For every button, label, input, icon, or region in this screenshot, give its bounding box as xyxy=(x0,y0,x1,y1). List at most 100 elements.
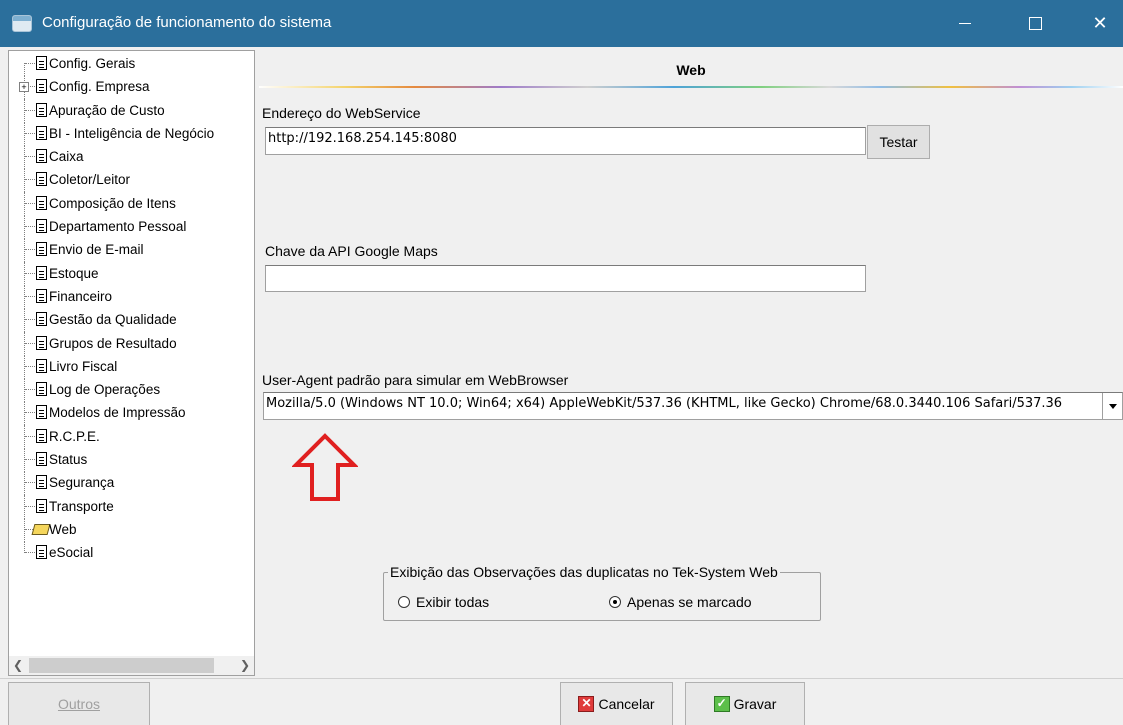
tree-item[interactable]: Livro Fiscal xyxy=(9,354,254,379)
tree-item[interactable]: Web xyxy=(9,517,254,542)
window-titlebar[interactable]: Configuração de funcionamento do sistema… xyxy=(0,0,1123,47)
maximize-button[interactable] xyxy=(1012,0,1058,47)
tree-item[interactable]: Grupos de Resultado xyxy=(9,331,254,356)
app-icon xyxy=(12,15,32,32)
radio-label-only-marked: Apenas se marcado xyxy=(627,594,752,610)
tree-item-label: Config. Gerais xyxy=(49,56,136,71)
document-icon xyxy=(36,149,47,164)
tree-item-label: Composição de Itens xyxy=(49,195,176,211)
tree-item-label: Financeiro xyxy=(49,288,113,304)
tree-line xyxy=(24,494,25,519)
tree-line xyxy=(24,191,25,216)
document-icon xyxy=(36,125,47,140)
tree-line xyxy=(24,284,25,309)
tree-item[interactable]: Departamento Pessoal xyxy=(9,215,254,240)
minimize-button[interactable] xyxy=(942,0,988,47)
radio-circle-show-all[interactable] xyxy=(398,596,410,608)
tree-item-label: Segurança xyxy=(49,475,115,491)
tree-item[interactable]: Caixa xyxy=(9,145,254,170)
tree-line xyxy=(24,471,25,496)
document-icon xyxy=(36,335,47,350)
document-icon xyxy=(36,56,47,70)
expand-icon[interactable]: + xyxy=(19,82,29,93)
useragent-combobox[interactable]: Mozilla/5.0 (Windows NT 10.0; Win64; x64… xyxy=(263,392,1123,420)
window-title: Configuração de funcionamento do sistema xyxy=(42,14,332,31)
cancel-icon: ✕ xyxy=(578,696,595,712)
tree-line xyxy=(24,215,25,240)
tree-item-label: Grupos de Resultado xyxy=(49,335,177,351)
tree-line xyxy=(24,517,25,542)
document-icon xyxy=(36,452,47,467)
groupbox-legend: Exibição das Observações das duplicatas … xyxy=(388,564,780,580)
useragent-value: Mozilla/5.0 (Windows NT 10.0; Win64; x64… xyxy=(266,396,1063,411)
document-icon xyxy=(36,219,47,234)
tree-item-label: Gestão da Qualidade xyxy=(49,312,177,328)
tree-item[interactable]: Log de Operações xyxy=(9,378,254,403)
red-up-arrow-annotation xyxy=(292,433,358,501)
others-button[interactable]: Outros xyxy=(8,682,150,725)
tree-item[interactable]: Modelos de Impressão xyxy=(9,401,254,426)
tree-item[interactable]: Envio de E-mail xyxy=(9,238,254,263)
scroll-left-icon[interactable]: ❮ xyxy=(9,656,27,675)
tree-item-label: Modelos de Impressão xyxy=(49,405,186,421)
tree-item-label: Apuração de Custo xyxy=(49,102,165,118)
tree-item-label: Config. Empresa xyxy=(49,79,150,95)
document-icon xyxy=(36,312,47,327)
save-button[interactable]: ✓ Gravar xyxy=(685,682,805,725)
radio-circle-only-marked[interactable] xyxy=(609,596,621,608)
document-icon xyxy=(36,358,47,373)
tree-line xyxy=(24,261,25,286)
maps-key-input[interactable] xyxy=(265,265,866,292)
tree-line xyxy=(24,378,25,403)
scroll-thumb[interactable] xyxy=(29,658,214,673)
tree-line xyxy=(24,63,25,76)
tree-item[interactable]: Config. Gerais xyxy=(9,52,254,76)
radio-show-all[interactable]: Exibir todas xyxy=(398,594,489,610)
folder-open-icon xyxy=(31,523,51,535)
cancel-button[interactable]: ✕ Cancelar xyxy=(560,682,673,725)
config-tree[interactable]: Config. Gerais + Config. Empresa Apuração d… xyxy=(8,50,255,676)
tree-item[interactable]: R.C.P.E. xyxy=(9,424,254,449)
tree-line xyxy=(24,331,25,356)
tree-item[interactable]: Coletor/Leitor xyxy=(9,168,254,193)
tree-item-label: Log de Operações xyxy=(49,382,161,398)
document-icon xyxy=(36,195,47,210)
tree-item-label: Coletor/Leitor xyxy=(49,172,131,188)
maps-key-label: Chave da API Google Maps xyxy=(265,243,438,259)
tree-item[interactable]: Transporte xyxy=(9,494,254,519)
tree-item[interactable]: Estoque xyxy=(9,261,254,286)
radio-only-marked[interactable]: Apenas se marcado xyxy=(609,594,752,610)
tree-line xyxy=(24,238,25,263)
document-icon xyxy=(36,102,47,117)
tree-item[interactable]: Gestão da Qualidade xyxy=(9,308,254,333)
chevron-down-icon[interactable] xyxy=(1102,393,1122,419)
test-button[interactable]: Testar xyxy=(867,125,930,159)
others-label: Outros xyxy=(57,696,100,712)
document-icon xyxy=(36,288,47,303)
tree-item[interactable]: BI - Inteligência de Negócio xyxy=(9,121,254,146)
cancel-label: Cancelar xyxy=(598,696,655,712)
tree-item-label: R.C.P.E. xyxy=(49,428,100,444)
title-divider xyxy=(259,86,1123,88)
tree-item[interactable]: Composição de Itens xyxy=(9,191,254,216)
tree-item[interactable]: Apuração de Custo xyxy=(9,98,254,123)
document-icon xyxy=(36,498,47,513)
webservice-input[interactable]: http://192.168.254.145:8080 xyxy=(265,127,866,155)
close-button[interactable]: ✕ xyxy=(1077,0,1123,47)
tree-item-label: Web xyxy=(49,521,77,537)
scroll-right-icon[interactable]: ❯ xyxy=(236,656,254,675)
tree-line xyxy=(24,401,25,426)
checkmark-icon: ✓ xyxy=(713,696,730,712)
document-icon xyxy=(36,405,47,420)
horizontal-scrollbar[interactable]: ❮ ❯ xyxy=(9,656,254,675)
tree-item[interactable]: + Config. Empresa xyxy=(9,75,254,100)
tree-item-label: Departamento Pessoal xyxy=(49,219,187,235)
tree-item[interactable]: Status xyxy=(9,448,254,473)
document-icon xyxy=(36,475,47,490)
document-icon xyxy=(36,428,47,443)
tree-item[interactable]: Segurança xyxy=(9,471,254,496)
tree-item[interactable]: Financeiro xyxy=(9,284,254,309)
tree-list: Config. Gerais + Config. Empresa Apuração d… xyxy=(9,52,254,565)
tree-item[interactable]: eSocial xyxy=(9,541,254,564)
tree-line xyxy=(24,354,25,379)
